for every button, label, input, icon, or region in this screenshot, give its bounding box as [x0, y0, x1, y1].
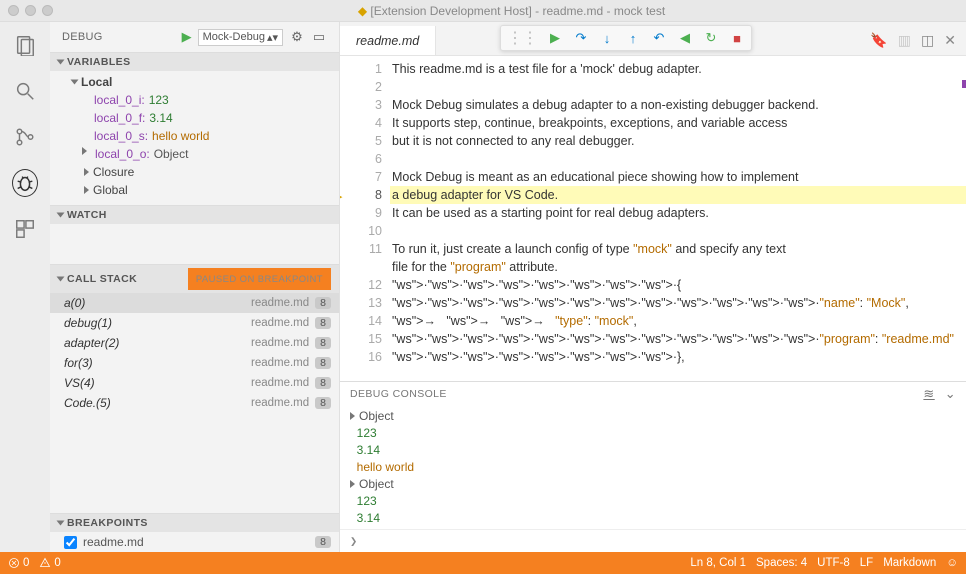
console-line[interactable]: 3.14	[350, 442, 956, 459]
tab-actions: 🔖 ▥ ◫ ✕	[870, 32, 966, 55]
scope-closure[interactable]: Closure	[50, 163, 339, 181]
editor-group: readme.md ⋮⋮ ▶ ↷ ↓ ↑ ↶ ◀ ↻ ■ 🔖 ▥ ◫ ✕ 123…	[340, 22, 966, 552]
debug-sidebar: DEBUG ▶ Mock-Debug▴▾ ⚙ ▭ VARIABLES Local…	[50, 22, 340, 552]
status-spaces[interactable]: Spaces: 4	[756, 557, 807, 569]
clear-console-icon[interactable]: ≋	[923, 386, 934, 402]
explorer-icon[interactable]	[12, 32, 38, 58]
callstack-frame[interactable]: adapter(2)readme.md8	[50, 333, 339, 353]
status-language[interactable]: Markdown	[883, 557, 936, 569]
reverse-button[interactable]: ◀	[673, 27, 697, 49]
console-line[interactable]: 3.14	[350, 510, 956, 527]
console-line[interactable]: hello world	[350, 459, 956, 476]
window-titlebar: ◆ [Extension Development Host] - readme.…	[0, 0, 966, 22]
step-into-button[interactable]: ↓	[595, 27, 619, 49]
scope-global[interactable]: Global	[50, 181, 339, 199]
editor-tab[interactable]: readme.md	[340, 26, 436, 55]
status-warnings[interactable]: 0	[39, 557, 60, 569]
variable-row[interactable]: local_0_s: hello world	[50, 127, 339, 145]
debug-console-header[interactable]: DEBUG CONSOLE ≋ ⌄	[340, 382, 966, 406]
console-line[interactable]: Object	[350, 408, 956, 425]
editor[interactable]: 1234567▶8910111213141516 This readme.md …	[340, 56, 966, 381]
layout-icon[interactable]: ◫	[921, 32, 934, 49]
debug-config-dropdown[interactable]: Mock-Debug▴▾	[198, 29, 283, 46]
overview-ruler-marker	[962, 80, 966, 88]
callstack-body: a(0)readme.md8debug(1)readme.md8adapter(…	[50, 293, 339, 413]
debug-title: DEBUG	[62, 31, 103, 43]
continue-button[interactable]: ▶	[543, 27, 567, 49]
watch-body[interactable]	[50, 224, 339, 264]
breakpoints-body: readme.md8	[50, 532, 339, 552]
window-title: ◆ [Extension Development Host] - readme.…	[65, 4, 958, 18]
scope-local[interactable]: Local	[50, 73, 339, 91]
debug-console-input[interactable]: ❯	[340, 529, 966, 552]
drag-handle-icon[interactable]: ⋮⋮	[503, 28, 541, 48]
activity-bar	[0, 22, 50, 552]
status-eol[interactable]: LF	[860, 557, 873, 569]
variables-section-header[interactable]: VARIABLES	[50, 52, 339, 71]
start-debug-button[interactable]: ▶	[182, 29, 192, 45]
gutter[interactable]: 1234567▶8910111213141516	[340, 56, 390, 381]
variable-row[interactable]: local_0_o: Object	[50, 145, 339, 163]
open-debug-console-button[interactable]: ▭	[311, 29, 327, 45]
callstack-frame[interactable]: Code.(5)readme.md8	[50, 393, 339, 413]
feedback-icon[interactable]: ☺	[946, 557, 958, 569]
variable-row[interactable]: local_0_i: 123	[50, 91, 339, 109]
step-out-button[interactable]: ↑	[621, 27, 645, 49]
callstack-frame[interactable]: debug(1)readme.md8	[50, 313, 339, 333]
console-line[interactable]: 123	[350, 493, 956, 510]
debug-toolbar: ⋮⋮ ▶ ↷ ↓ ↑ ↶ ◀ ↻ ■	[500, 25, 752, 51]
minimize-window-dot[interactable]	[25, 5, 36, 16]
variables-body: Local local_0_i: 123local_0_f: 3.14local…	[50, 71, 339, 205]
split-editor-icon[interactable]: ▥	[898, 32, 911, 49]
variable-row[interactable]: local_0_f: 3.14	[50, 109, 339, 127]
breakpoint-checkbox[interactable]	[64, 536, 77, 549]
debug-header: DEBUG ▶ Mock-Debug▴▾ ⚙ ▭	[50, 22, 339, 52]
source-control-icon[interactable]	[12, 124, 38, 150]
console-chevron-icon[interactable]: ⌄	[945, 386, 956, 402]
status-ln-col[interactable]: Ln 8, Col 1	[690, 557, 746, 569]
debug-settings-button[interactable]: ⚙	[289, 29, 305, 45]
breakpoint-row[interactable]: readme.md8	[50, 532, 339, 552]
step-back-button[interactable]: ↶	[647, 27, 671, 49]
breakpoints-section-header[interactable]: BREAKPOINTS	[50, 513, 339, 532]
more-actions-icon[interactable]: ✕	[944, 32, 956, 49]
tab-row: readme.md ⋮⋮ ▶ ↷ ↓ ↑ ↶ ◀ ↻ ■ 🔖 ▥ ◫ ✕	[340, 22, 966, 56]
debug-console-body[interactable]: Object 123 3.14 hello worldObject 123 3.…	[340, 406, 966, 529]
stop-button[interactable]: ■	[725, 27, 749, 49]
status-encoding[interactable]: UTF-8	[817, 557, 850, 569]
console-line[interactable]: 123	[350, 425, 956, 442]
callstack-frame[interactable]: a(0)readme.md8	[50, 293, 339, 313]
debug-icon[interactable]	[12, 170, 38, 196]
extensions-icon[interactable]	[12, 216, 38, 242]
search-icon[interactable]	[12, 78, 38, 104]
console-line[interactable]: Object	[350, 476, 956, 493]
watch-section-header[interactable]: WATCH	[50, 205, 339, 224]
restart-button[interactable]: ↻	[699, 27, 723, 49]
window-controls	[8, 5, 53, 16]
status-errors[interactable]: 0	[8, 557, 29, 569]
maximize-window-dot[interactable]	[42, 5, 53, 16]
debug-console: DEBUG CONSOLE ≋ ⌄ Object 123 3.14 hello …	[340, 381, 966, 552]
callstack-section-header[interactable]: CALL STACK PAUSED ON BREAKPOINT	[50, 264, 339, 293]
step-over-button[interactable]: ↷	[569, 27, 593, 49]
code-area[interactable]: This readme.md is a test file for a 'moc…	[390, 56, 966, 381]
callstack-frame[interactable]: for(3)readme.md8	[50, 353, 339, 373]
toggle-breakpoints-icon[interactable]: 🔖	[870, 32, 887, 49]
callstack-frame[interactable]: VS(4)readme.md8	[50, 373, 339, 393]
status-bar: 0 0 Ln 8, Col 1 Spaces: 4 UTF-8 LF Markd…	[0, 552, 966, 574]
close-window-dot[interactable]	[8, 5, 19, 16]
